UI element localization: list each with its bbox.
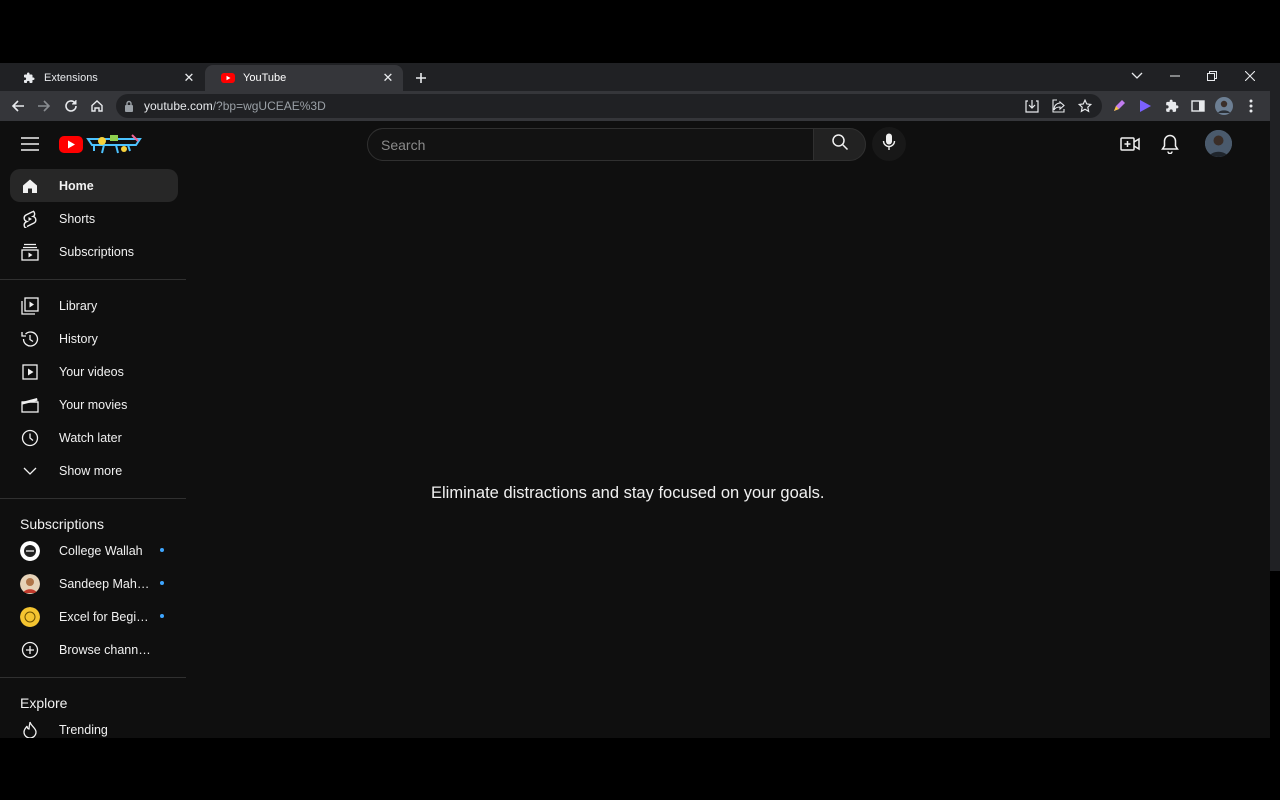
- add-circle-icon: [20, 640, 40, 660]
- your-videos-icon: [20, 362, 40, 382]
- sidebar-item-history[interactable]: History: [10, 322, 178, 355]
- microphone-icon: [882, 133, 896, 156]
- minimize-icon[interactable]: [1162, 65, 1188, 87]
- sidebar-item-label: Your videos: [59, 364, 124, 379]
- sidebar-item-label: Trending: [59, 722, 108, 737]
- browser-toolbar: youtube.com/?bp=wgUCEAE%3D: [0, 91, 1270, 121]
- pen-extension-icon[interactable]: [1110, 97, 1128, 115]
- sidebar-item-watch-later[interactable]: Watch later: [10, 421, 178, 454]
- sidebar-item-label: Home: [59, 178, 94, 193]
- account-avatar[interactable]: [1205, 130, 1232, 157]
- forward-arrow-icon[interactable]: [33, 95, 55, 117]
- subscriptions-icon: [20, 242, 40, 262]
- tab-youtube[interactable]: YouTube ✕: [205, 65, 403, 91]
- new-tab-button[interactable]: [411, 68, 431, 88]
- youtube-header: [0, 121, 1270, 167]
- library-icon: [20, 296, 40, 316]
- new-content-dot: [160, 614, 164, 618]
- sidebar-item-subscriptions[interactable]: Subscriptions: [10, 235, 178, 268]
- sidebar-item-shorts[interactable]: Shorts: [10, 202, 178, 235]
- url-text: youtube.com/?bp=wgUCEAE%3D: [144, 99, 326, 113]
- sidebar-item-label: Library: [59, 298, 98, 313]
- shorts-icon: [20, 209, 40, 229]
- bookmark-star-icon[interactable]: [1076, 98, 1094, 114]
- sidebar-item-label: Browse channels: [59, 642, 151, 657]
- scrollbar[interactable]: [1270, 63, 1280, 571]
- close-tab-icon[interactable]: ✕: [180, 69, 198, 87]
- tab-title: YouTube: [243, 72, 287, 84]
- tab-strip: Extensions ✕ YouTube ✕: [0, 63, 1270, 91]
- youtube-logo[interactable]: [58, 131, 144, 157]
- back-arrow-icon[interactable]: [7, 95, 29, 117]
- browser-menu-icon[interactable]: [1242, 97, 1260, 115]
- youtube-favicon: [221, 71, 235, 85]
- extensions-puzzle-icon[interactable]: [1163, 97, 1181, 115]
- sidebar-item-label: Watch later: [59, 430, 122, 445]
- sidebar-item-your-movies[interactable]: Your movies: [10, 388, 178, 421]
- sidebar-item-show-more[interactable]: Show more: [10, 454, 178, 487]
- sidebar-divider: [0, 279, 186, 280]
- subscription-label: College Wallah: [59, 543, 143, 558]
- flame-icon: [20, 720, 40, 738]
- tab-search-icon[interactable]: [1124, 65, 1150, 87]
- sidebar-item-browse-channels[interactable]: Browse channels: [10, 633, 178, 666]
- sidebar-divider: [0, 677, 186, 678]
- install-app-icon[interactable]: [1023, 98, 1041, 114]
- reload-icon[interactable]: [60, 95, 82, 117]
- channel-avatar: [20, 540, 40, 561]
- subscription-item[interactable]: Sandeep Mahes...: [10, 567, 178, 600]
- home-icon: [20, 176, 40, 196]
- tab-title: Extensions: [44, 72, 98, 84]
- tab-extensions[interactable]: Extensions ✕: [6, 65, 204, 91]
- movies-icon: [20, 395, 40, 415]
- address-bar[interactable]: youtube.com/?bp=wgUCEAE%3D: [116, 94, 1102, 118]
- new-content-dot: [160, 581, 164, 585]
- channel-avatar: [20, 573, 40, 594]
- youtube-page: Home Shorts Subscriptions: [0, 121, 1270, 738]
- close-tab-icon[interactable]: ✕: [379, 69, 397, 87]
- search-button[interactable]: [813, 128, 866, 161]
- chevron-down-icon: [20, 461, 40, 481]
- browser-window: Extensions ✕ YouTube ✕ youtube.com/?bp=w…: [0, 63, 1270, 738]
- side-panel-icon[interactable]: [1189, 97, 1207, 115]
- menu-icon[interactable]: [18, 134, 42, 154]
- sidebar: Home Shorts Subscriptions Library Histor…: [0, 167, 186, 738]
- history-icon: [20, 329, 40, 349]
- sidebar-item-label: Subscriptions: [59, 244, 135, 259]
- sidebar-divider: [0, 498, 186, 499]
- subscription-item[interactable]: Excel for Beginn...: [10, 600, 178, 633]
- sidebar-item-label: Show more: [59, 463, 123, 478]
- puzzle-icon: [22, 71, 36, 85]
- sidebar-item-label: Your movies: [59, 397, 128, 412]
- search-bar: [367, 128, 867, 161]
- subscription-label: Excel for Beginn...: [59, 609, 151, 624]
- new-content-dot: [160, 548, 164, 552]
- share-icon[interactable]: [1050, 98, 1068, 114]
- restore-icon[interactable]: [1199, 65, 1225, 87]
- sidebar-item-library[interactable]: Library: [10, 289, 178, 322]
- explore-heading: Explore: [20, 695, 68, 711]
- voice-search-button[interactable]: [872, 127, 906, 161]
- sidebar-item-trending[interactable]: Trending: [10, 713, 178, 738]
- home-page-icon[interactable]: [86, 95, 108, 117]
- subscriptions-heading: Subscriptions: [20, 516, 105, 532]
- profile-avatar-icon[interactable]: [1215, 97, 1233, 115]
- subscription-label: Sandeep Mahes...: [59, 576, 151, 591]
- channel-avatar: [20, 606, 40, 627]
- sidebar-item-label: History: [59, 331, 98, 346]
- close-window-icon[interactable]: [1237, 65, 1263, 87]
- subscription-item[interactable]: College Wallah: [10, 534, 178, 567]
- search-icon: [831, 133, 849, 156]
- search-input[interactable]: [367, 128, 814, 161]
- sidebar-item-home[interactable]: Home: [10, 169, 178, 202]
- play-extension-icon[interactable]: [1136, 97, 1154, 115]
- sidebar-item-label: Shorts: [59, 211, 96, 226]
- clock-icon: [20, 428, 40, 448]
- notifications-bell-icon[interactable]: [1158, 132, 1182, 156]
- create-video-icon[interactable]: [1118, 132, 1142, 156]
- sidebar-item-your-videos[interactable]: Your videos: [10, 355, 178, 388]
- focus-message: Eliminate distractions and stay focused …: [431, 484, 825, 502]
- screen: Extensions ✕ YouTube ✕ youtube.com/?bp=w…: [0, 0, 1280, 800]
- lock-icon: [124, 99, 134, 117]
